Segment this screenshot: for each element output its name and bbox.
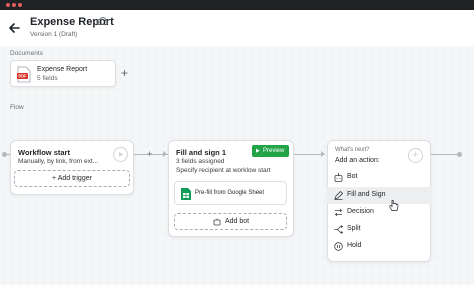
action-option-label: Decision — [347, 208, 374, 215]
window-titlebar — [0, 0, 474, 10]
add-action-title: Add an action: — [335, 157, 380, 164]
split-icon — [334, 225, 343, 234]
fields-assigned-label: 3 fields assigned — [176, 158, 225, 165]
fill-and-sign-title: Fill and sign 1 — [176, 148, 227, 157]
back-arrow-icon[interactable] — [7, 21, 21, 35]
hold-icon — [334, 242, 343, 251]
window-dot-1[interactable] — [6, 3, 10, 7]
action-option-split[interactable]: Split — [327, 221, 431, 238]
mouse-pointer-hand-icon — [389, 199, 399, 211]
google-sheets-icon — [181, 188, 191, 200]
action-option-label: Bot — [347, 173, 358, 180]
connector-arrow — [321, 151, 325, 157]
window-dot-2[interactable] — [12, 3, 16, 7]
workflow-start-title: Workflow start — [18, 148, 70, 157]
add-bot-button[interactable]: Add bot — [174, 213, 287, 230]
action-option-fill-and-sign[interactable]: Fill and Sign — [327, 187, 431, 204]
flow-section-label: Flow — [10, 104, 24, 111]
cloud-sync-icon — [96, 17, 108, 25]
action-option-label: Fill and Sign — [347, 191, 386, 198]
document-card[interactable]: PDF Expense Report 5 fields — [10, 60, 116, 87]
action-option-decision[interactable]: Decision — [327, 204, 431, 221]
action-option-hold[interactable]: Hold — [327, 238, 431, 255]
insert-step-button[interactable]: + — [147, 150, 152, 159]
add-trigger-button[interactable]: + Add trigger — [14, 170, 130, 187]
pen-icon — [334, 191, 343, 200]
pdf-badge: PDF — [18, 74, 27, 79]
version-label: Version 1 (Draft) — [30, 31, 78, 38]
arrows-icon — [334, 208, 343, 217]
play-icon[interactable] — [113, 147, 128, 162]
workflow-start-subtitle: Manually, by link, from ext... — [18, 158, 99, 165]
documents-section-label: Documents — [10, 50, 43, 57]
pdf-file-icon: PDF — [17, 66, 31, 83]
flow-end-dot — [457, 152, 462, 157]
play-icon: ▶ — [256, 148, 260, 154]
connector-line — [431, 154, 459, 155]
action-option-bot[interactable]: Bot — [327, 169, 431, 186]
action-option-label: Split — [347, 225, 361, 232]
document-fields-count: 5 fields — [37, 75, 58, 82]
bot-icon — [334, 173, 343, 182]
preview-label: Preview — [263, 148, 285, 154]
recipient-note: Specify recipient at worklow start — [176, 167, 271, 174]
add-document-button[interactable]: + — [121, 67, 128, 79]
add-bot-label: Add bot — [225, 218, 250, 225]
prefill-label: Pre-fill from Google Sheet — [195, 190, 265, 196]
whats-next-hint: What's next? — [335, 147, 370, 153]
window-dot-3[interactable] — [18, 3, 22, 7]
connector-line — [294, 154, 321, 155]
action-option-label: Hold — [347, 242, 362, 249]
prefill-google-sheet-button[interactable]: Pre-fill from Google Sheet — [174, 181, 287, 205]
bot-icon — [213, 218, 221, 226]
app-header: Expense Report Version 1 (Draft) — [0, 10, 474, 46]
connector-arrow — [163, 151, 167, 157]
document-name: Expense Report — [37, 66, 88, 73]
preview-button[interactable]: ▶ Preview — [252, 145, 289, 157]
add-action-circle-icon[interactable]: + — [408, 148, 423, 163]
